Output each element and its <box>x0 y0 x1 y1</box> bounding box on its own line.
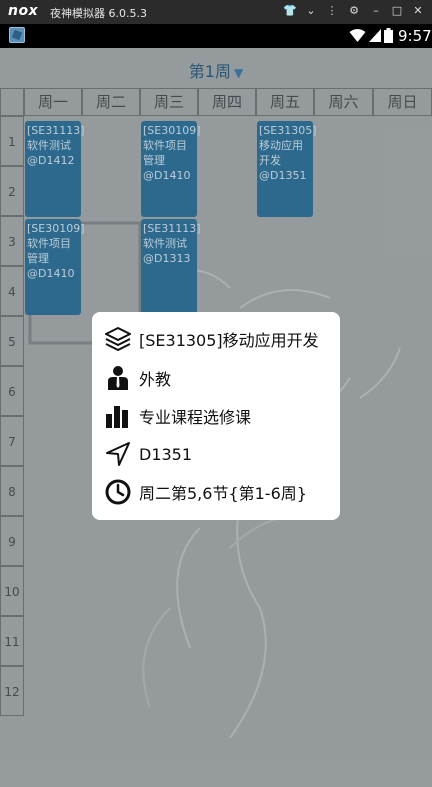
navigation-arrow-icon <box>106 442 130 466</box>
minimize-button[interactable]: – <box>368 4 384 17</box>
person-icon <box>108 366 128 390</box>
course-time: 周二第5,6节{第1-6周} <box>139 484 307 503</box>
dialog-row-category: 专业课程选修课 <box>104 401 334 431</box>
close-button[interactable]: ✕ <box>410 4 426 17</box>
android-status-bar: 9:57 <box>0 24 432 48</box>
dialog-row-location: D1351 <box>104 439 334 469</box>
course-location: D1351 <box>139 444 193 464</box>
wifi-icon <box>349 29 366 42</box>
emulator-title-bar: nox 夜神模拟器 6.0.5.3 👕 ⌄ ⋮ ⚙ – □ ✕ <box>0 0 432 24</box>
course-title: [SE31305]移动应用开发 <box>139 331 319 350</box>
more-icon[interactable]: ⋮ <box>324 4 340 17</box>
status-time: 9:57 <box>398 27 432 45</box>
nox-logo: nox <box>8 3 39 19</box>
maximize-button[interactable]: □ <box>389 4 405 17</box>
skin-icon[interactable]: 👕 <box>282 4 298 17</box>
layers-icon <box>105 327 131 351</box>
battery-icon <box>384 28 393 43</box>
dialog-row-teacher: 外教 <box>104 363 334 393</box>
course-detail-dialog: [SE31305]移动应用开发 外教 专业课程选修课 D1351 周二第5,6节… <box>92 312 340 520</box>
settings-icon[interactable]: ⚙ <box>346 4 362 17</box>
course-category: 专业课程选修课 <box>139 408 252 427</box>
app-notification-icon <box>9 27 25 43</box>
emulator-title: 夜神模拟器 6.0.5.3 <box>50 7 147 20</box>
clock-icon <box>105 479 131 505</box>
bar-chart-icon <box>106 406 128 428</box>
chevron-down-icon[interactable]: ⌄ <box>303 4 319 17</box>
teacher-name: 外教 <box>139 370 172 389</box>
dialog-row-course: [SE31305]移动应用开发 <box>104 324 334 354</box>
signal-icon <box>369 29 381 42</box>
dialog-row-time: 周二第5,6节{第1-6周} <box>104 477 334 507</box>
